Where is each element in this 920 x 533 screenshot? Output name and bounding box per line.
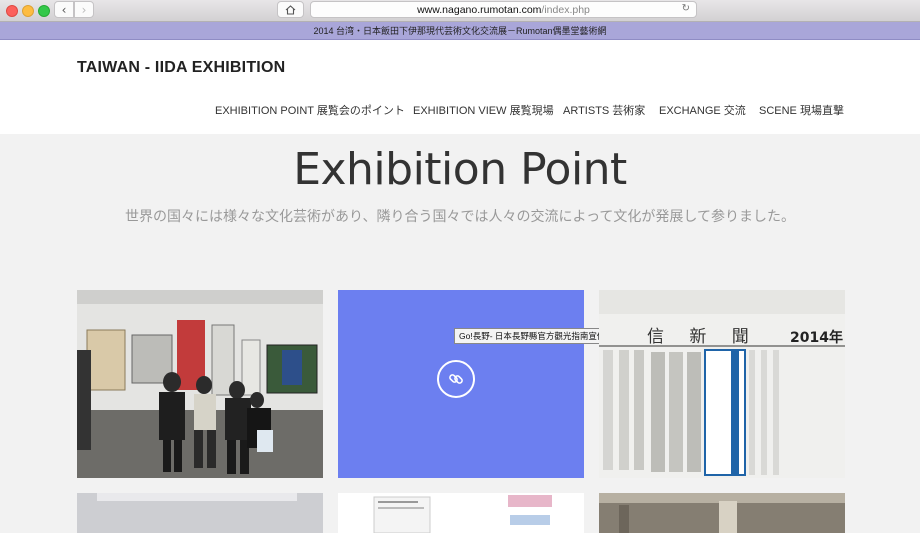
home-button[interactable] xyxy=(277,1,304,18)
address-bar[interactable]: www.nagano.rumotan.com/index.php ↻ xyxy=(310,1,697,18)
newspaper-date: 2014年 xyxy=(790,330,843,346)
gallery-document-image xyxy=(338,493,584,533)
gallery-photo-exhibition-hall[interactable] xyxy=(77,290,323,478)
nav-item-exchange[interactable]: EXCHANGE 交流 xyxy=(659,102,746,118)
gallery-tile-bottom-middle[interactable] xyxy=(338,493,584,533)
page-subtitle: 世界の国々には様々な文化芸術があり、隣り合う国々では人々の交流によって文化が発展… xyxy=(125,208,795,224)
tab-title: 2014 台湾・日本飯田下伊那現代芸術文化交流展－Rumotan偶墨堂藝術網 xyxy=(313,26,607,36)
chevron-left-icon: ‹ xyxy=(61,2,67,17)
link-tooltip: Go!長野- 日本長野縣官方觀光指南宣傳 xyxy=(454,328,611,344)
nav-item-artists[interactable]: ARTISTS 芸術家 xyxy=(563,102,645,118)
newspaper-name: 信 新 聞 xyxy=(647,327,759,347)
back-button[interactable]: ‹ xyxy=(54,1,74,18)
forward-button[interactable]: › xyxy=(74,1,94,18)
nav-item-exhibition-point[interactable]: EXHIBITION POINT 展覧会のポイント xyxy=(215,102,405,118)
gallery-photo-image xyxy=(77,493,323,533)
tab-title-bar[interactable]: 2014 台湾・日本飯田下伊那現代芸術文化交流展－Rumotan偶墨堂藝術網 xyxy=(0,22,920,40)
reload-icon[interactable]: ↻ xyxy=(682,3,690,14)
minimize-window-button[interactable] xyxy=(22,5,34,17)
url-path: /index.php xyxy=(541,3,590,16)
gallery-newspaper-clipping[interactable]: 信 新 聞 2014年 xyxy=(599,290,845,478)
browser-toolbar: ‹ › www.nagano.rumotan.com/index.php ↻ xyxy=(0,0,920,22)
url-host: www.nagano.rumotan.com xyxy=(417,3,542,16)
link-button[interactable] xyxy=(437,360,475,398)
chevron-right-icon: › xyxy=(81,2,87,17)
gallery-tile-bottom-right[interactable] xyxy=(599,493,845,533)
site-header: TAIWAN - IIDA EXHIBITION EXHIBITION POIN… xyxy=(0,40,920,134)
newspaper-image xyxy=(599,290,845,478)
main-nav: EXHIBITION POINT 展覧会のポイント EXHIBITION VIE… xyxy=(0,102,920,118)
gallery-photo-image xyxy=(599,493,845,533)
site-brand[interactable]: TAIWAN - IIDA EXHIBITION xyxy=(77,59,285,77)
nav-item-exhibition-view[interactable]: EXHIBITION VIEW 展覧現場 xyxy=(413,102,554,118)
link-icon xyxy=(449,374,463,384)
nav-item-scene[interactable]: SCENE 現場直撃 xyxy=(759,102,844,118)
page-title: Exhibition Point xyxy=(293,144,627,195)
gallery-photo-image xyxy=(77,290,323,478)
zoom-window-button[interactable] xyxy=(38,5,50,17)
home-icon xyxy=(285,4,296,15)
close-window-button[interactable] xyxy=(6,5,18,17)
gallery-tile-bottom-left[interactable] xyxy=(77,493,323,533)
